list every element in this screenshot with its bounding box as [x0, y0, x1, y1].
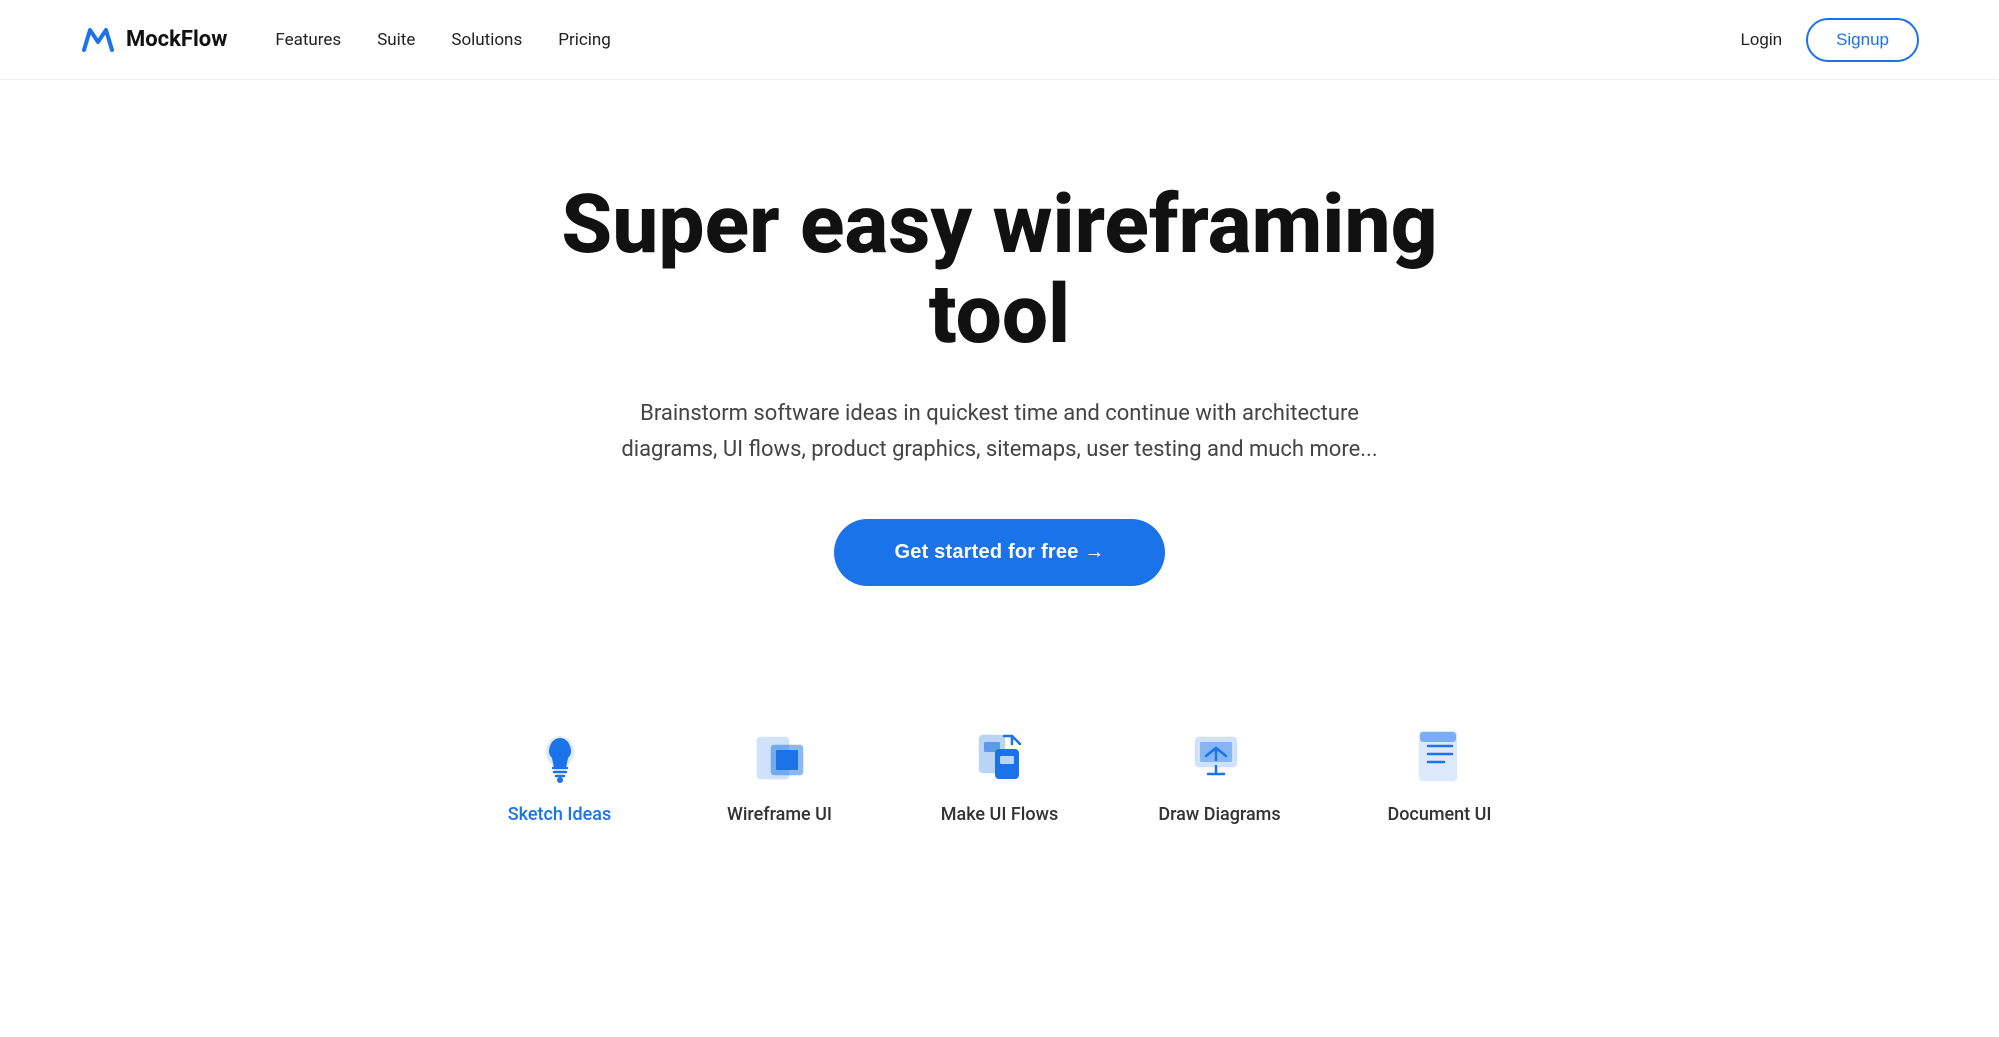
feature-item-sketch-ideas[interactable]: Sketch Ideas — [490, 726, 630, 825]
hero-title: Super easy wireframing tool — [550, 180, 1450, 360]
cta-button[interactable]: Get started for free → — [834, 519, 1164, 586]
login-button[interactable]: Login — [1740, 30, 1782, 50]
feature-label-draw-diagrams: Draw Diagrams — [1158, 804, 1280, 825]
logo[interactable]: MockFlow — [80, 22, 227, 58]
signup-button[interactable]: Signup — [1806, 18, 1919, 62]
sketch-ideas-icon — [528, 726, 592, 790]
logo-icon — [80, 22, 116, 58]
feature-item-make-ui-flows[interactable]: Make UI Flows — [930, 726, 1070, 825]
feature-item-draw-diagrams[interactable]: Draw Diagrams — [1150, 726, 1290, 825]
feature-label-wireframe-ui: Wireframe UI — [727, 804, 832, 825]
nav-link-pricing[interactable]: Pricing — [558, 30, 611, 50]
navbar: MockFlow Features Suite Solutions Pricin… — [0, 0, 1999, 80]
hero-subtitle: Brainstorm software ideas in quickest ti… — [620, 396, 1380, 466]
nav-link-features[interactable]: Features — [275, 30, 341, 50]
hero-section: Super easy wireframing tool Brainstorm s… — [0, 80, 1999, 646]
feature-label-make-ui-flows: Make UI Flows — [941, 804, 1058, 825]
features-row: Sketch Ideas Wireframe UI — [0, 666, 1999, 825]
feature-item-wireframe-ui[interactable]: Wireframe UI — [710, 726, 850, 825]
nav-link-suite[interactable]: Suite — [377, 30, 415, 50]
make-ui-flows-icon — [968, 726, 1032, 790]
nav-left: MockFlow Features Suite Solutions Pricin… — [80, 22, 611, 58]
document-ui-icon — [1408, 726, 1472, 790]
nav-links: Features Suite Solutions Pricing — [275, 30, 610, 50]
draw-diagrams-icon — [1188, 726, 1252, 790]
nav-right: Login Signup — [1740, 18, 1919, 62]
logo-text: MockFlow — [126, 27, 227, 52]
nav-link-solutions[interactable]: Solutions — [451, 30, 522, 50]
feature-label-document-ui: Document UI — [1387, 804, 1491, 825]
feature-label-sketch-ideas: Sketch Ideas — [508, 804, 611, 825]
feature-item-document-ui[interactable]: Document UI — [1370, 726, 1510, 825]
wireframe-ui-icon — [748, 726, 812, 790]
